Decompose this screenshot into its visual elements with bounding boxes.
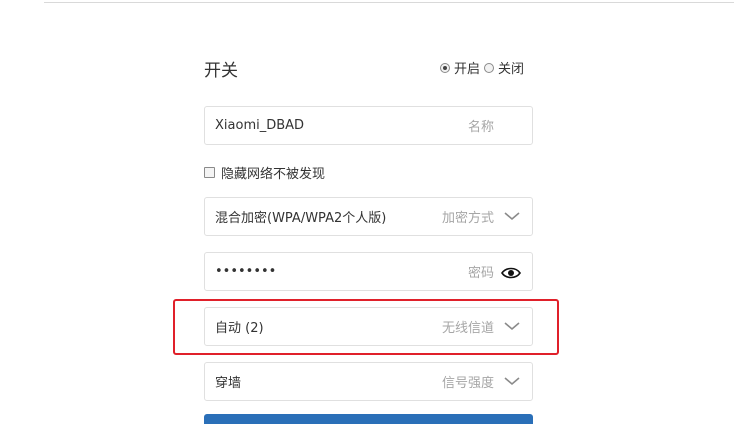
radio-off[interactable] bbox=[484, 62, 495, 73]
password-hint: 密码 bbox=[467, 266, 494, 281]
ssid-field[interactable]: Xiaomi_DBAD 名称 bbox=[204, 106, 533, 145]
radio-on-label[interactable]: 开启 bbox=[454, 58, 480, 77]
password-field[interactable]: •••••••• 密码 bbox=[204, 252, 533, 291]
hide-network-label: 隐藏网络不被发现 bbox=[221, 167, 326, 182]
eye-icon[interactable] bbox=[501, 267, 521, 279]
submit-button-partial[interactable] bbox=[204, 414, 533, 424]
switch-title: 开关 bbox=[204, 61, 238, 81]
password-input[interactable]: •••••••• bbox=[215, 264, 276, 279]
signal-select[interactable]: 穿墙 信号强度 bbox=[204, 362, 533, 401]
top-divider bbox=[44, 2, 734, 3]
radio-on[interactable] bbox=[440, 62, 450, 73]
chevron-down-icon[interactable] bbox=[504, 376, 520, 386]
channel-highlight-box bbox=[173, 299, 559, 355]
ssid-hint: 名称 bbox=[467, 120, 494, 135]
encryption-hint: 加密方式 bbox=[441, 211, 494, 226]
signal-value: 穿墙 bbox=[215, 376, 242, 391]
hide-network-row[interactable]: 隐藏网络不被发现 bbox=[204, 163, 325, 182]
radio-off-label[interactable]: 关闭 bbox=[498, 58, 524, 77]
chevron-down-icon[interactable] bbox=[504, 211, 520, 221]
ssid-input[interactable]: Xiaomi_DBAD bbox=[215, 118, 304, 133]
hide-network-checkbox[interactable] bbox=[204, 167, 215, 178]
encryption-value: 混合加密(WPA/WPA2个人版) bbox=[215, 211, 387, 226]
signal-hint: 信号强度 bbox=[441, 376, 494, 391]
encryption-select[interactable]: 混合加密(WPA/WPA2个人版) 加密方式 bbox=[204, 197, 533, 236]
switch-radio-group: 开启 关闭 bbox=[440, 58, 528, 77]
